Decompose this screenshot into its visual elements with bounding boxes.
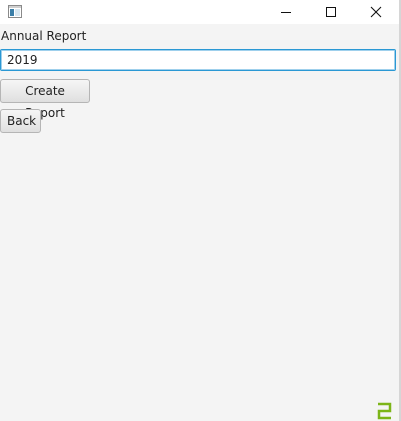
application-window: Annual Report Create Report Back — [0, 0, 401, 421]
maximize-icon — [326, 7, 336, 17]
close-button[interactable] — [353, 0, 399, 24]
back-button[interactable]: Back — [0, 109, 41, 133]
title-bar[interactable] — [0, 0, 399, 24]
minimize-icon — [281, 12, 291, 13]
app-window-icon — [8, 5, 22, 18]
create-report-button[interactable]: Create Report — [0, 79, 90, 120]
green-corner-glyph-icon — [377, 402, 392, 420]
annual-report-label: Annual Report — [1, 29, 87, 43]
maximize-button[interactable] — [308, 0, 354, 24]
close-icon — [370, 6, 382, 18]
minimize-button[interactable] — [263, 0, 309, 24]
year-input[interactable] — [0, 49, 396, 71]
